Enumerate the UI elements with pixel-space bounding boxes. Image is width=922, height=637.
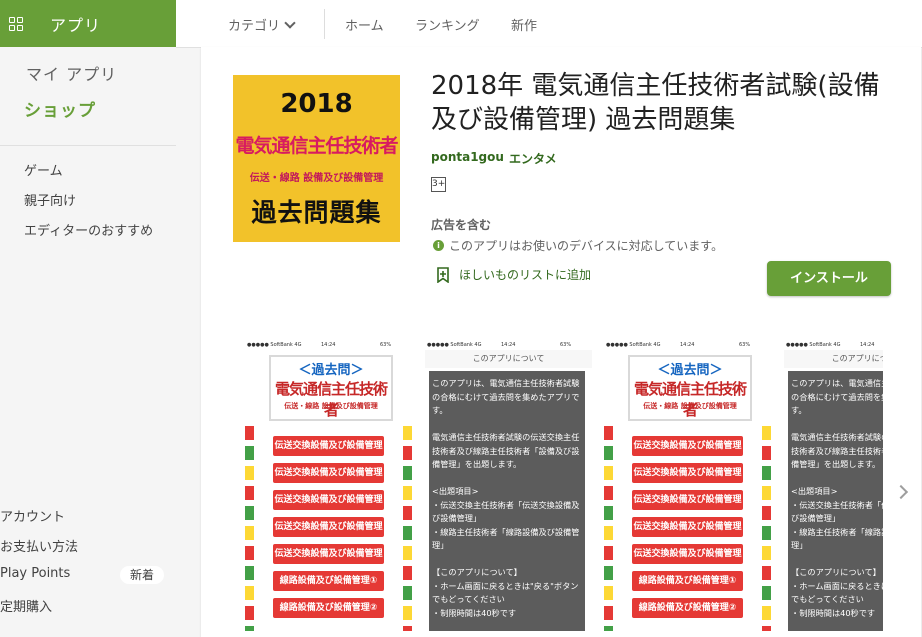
menu-button-3: 伝送交換設備及び設備管理③ xyxy=(632,490,743,525)
phone-status-bar: ●●●●● SoftBank 4G 14:24 63% xyxy=(425,341,592,350)
menu-button-6: 線路設備及び設備管理① xyxy=(632,571,743,591)
status-time: 14:24 xyxy=(501,342,516,348)
sidebar: マイ アプリ ショップ ゲーム 親子向け エディターのおすすめ アカウント お支… xyxy=(0,47,176,622)
menu-button-7: 線路設備及び設備管理② xyxy=(632,598,743,618)
nav-ranking[interactable]: ランキング xyxy=(415,15,480,34)
status-time: 14:24 xyxy=(321,342,336,348)
decorative-stripe xyxy=(604,426,613,631)
info-icon: i xyxy=(433,240,444,251)
sidebar-item-editors-choice[interactable]: エディターのおすすめ xyxy=(24,220,153,239)
screenshot-info-2[interactable]: ●●●●● SoftBank 4G 14:24 このアプリについて このアプリは、… xyxy=(784,341,883,631)
menu-button-5: 伝送交換設備及び設備管理⑤ xyxy=(273,544,384,579)
status-carrier: ●●●●● SoftBank 4G xyxy=(606,342,661,348)
menu-header: ＜過去問＞ 電気通信主任技術者 伝送・線路 設備及び設備管理 xyxy=(269,355,393,421)
menu-header-main: 電気通信主任技術者 xyxy=(633,380,747,419)
decorative-stripe xyxy=(762,426,771,631)
menu-header-top: ＜過去問＞ xyxy=(298,363,364,378)
sidebar-item-games[interactable]: ゲーム xyxy=(24,160,63,179)
status-carrier: ●●●●● SoftBank 4G xyxy=(786,342,841,348)
screenshot-menu-2[interactable]: ●●●●● SoftBank 4G 14:24 63% ＜過去問＞ 電気通信主任技術… xyxy=(604,341,771,631)
top-nav: カテゴリ ホーム ランキング 新作 xyxy=(176,0,922,48)
wishlist-button[interactable]: ほしいものリストに追加 xyxy=(437,266,591,283)
status-carrier: ●●●●● SoftBank 4G xyxy=(427,342,482,348)
compatibility-text: このアプリはお使いのデバイスに対応しています。 xyxy=(449,239,724,253)
nav-new[interactable]: 新作 xyxy=(511,15,537,34)
sidebar-item-account[interactable]: アカウント xyxy=(0,506,65,525)
phone-status-bar: ●●●●● SoftBank 4G 14:24 xyxy=(784,341,883,350)
status-time: 14:24 xyxy=(860,342,875,348)
menu-button-3: 伝送交換設備及び設備管理③ xyxy=(273,490,384,525)
info-screen-title: このアプリについて xyxy=(784,350,883,368)
sidebar-item-family[interactable]: 親子向け xyxy=(24,190,76,209)
genre-link[interactable]: エンタメ xyxy=(509,150,557,167)
menu-button-6: 線路設備及び設備管理① xyxy=(273,571,384,591)
menu-header: ＜過去問＞ 電気通信主任技術者 伝送・線路 設備及び設備管理 xyxy=(628,355,752,421)
nav-divider xyxy=(324,9,325,39)
menu-button-4: 伝送交換設備及び設備管理④ xyxy=(273,517,384,552)
bookmark-add-icon xyxy=(437,266,449,283)
new-badge: 新着 xyxy=(120,566,164,584)
phone-status-bar: ●●●●● SoftBank 4G 14:24 63% xyxy=(604,341,771,350)
menu-button-2: 伝送交換設備及び設備管理② xyxy=(273,463,384,498)
status-time: 14:24 xyxy=(680,342,695,348)
sidebar-item-subscriptions[interactable]: 定期購入 xyxy=(0,596,52,615)
app-icon-title: 電気通信主任技術者 xyxy=(235,135,398,157)
menu-header-main: 電気通信主任技術者 xyxy=(274,380,388,419)
menu-button-4: 伝送交換設備及び設備管理④ xyxy=(632,517,743,552)
status-battery: 63% xyxy=(380,342,392,348)
status-battery: 63% xyxy=(560,342,572,348)
menu-header-sub: 伝送・線路 設備及び設備管理 xyxy=(643,402,737,410)
content-rating-badge: 3+ xyxy=(431,177,446,192)
menu-header-sub: 伝送・線路 設備及び設備管理 xyxy=(284,402,378,410)
nav-home[interactable]: ホーム xyxy=(345,15,384,34)
status-battery: 63% xyxy=(739,342,751,348)
menu-button-2: 伝送交換設備及び設備管理② xyxy=(632,463,743,498)
info-screen-title: このアプリについて xyxy=(425,350,592,368)
menu-button-1: 伝送交換設備及び設備管理① xyxy=(273,436,384,471)
menu-button-1: 伝送交換設備及び設備管理① xyxy=(632,436,743,471)
sidebar-item-play-points[interactable]: Play Points xyxy=(0,566,70,581)
contains-ads-label: 広告を含む xyxy=(431,218,492,232)
app-title: 2018年 電気通信主任技術者試験(設備及び設備管理) 過去問題集 xyxy=(431,71,880,135)
wishlist-label: ほしいものリストに追加 xyxy=(459,268,592,282)
menu-header-top: ＜過去問＞ xyxy=(657,363,723,378)
developer-link[interactable]: ponta1gou xyxy=(431,150,504,164)
phone-status-bar: ●●●●● SoftBank 4G 14:24 63% xyxy=(245,341,412,350)
app-icon-year: 2018 xyxy=(280,89,353,119)
sidebar-divider xyxy=(0,145,176,146)
categories-label: カテゴリ xyxy=(228,19,281,34)
screenshot-info-1[interactable]: ●●●●● SoftBank 4G 14:24 63% このアプリについて このアプ… xyxy=(425,341,592,631)
info-text: このアプリは、電気通信主任技術者試験の合格にむけて過去問を集めたアプリです。 電… xyxy=(791,378,883,618)
decorative-stripe xyxy=(245,426,254,631)
status-carrier: ●●●●● SoftBank 4G xyxy=(247,342,302,348)
decorative-stripe xyxy=(403,426,412,631)
apps-grid-icon xyxy=(9,16,23,31)
apps-nav-header[interactable]: アプリ xyxy=(0,0,176,47)
chevron-down-icon xyxy=(284,17,296,29)
menu-button-7: 線路設備及び設備管理② xyxy=(273,598,384,618)
info-text: このアプリは、電気通信主任技術者試験の合格にむけて過去問を集めたアプリです。 電… xyxy=(432,378,580,618)
screenshot-menu-1[interactable]: ●●●●● SoftBank 4G 14:24 63% ＜過去問＞ 電気通信主任技術… xyxy=(245,341,412,631)
sidebar-shop[interactable]: ショップ xyxy=(24,96,96,121)
sidebar-item-payment-methods[interactable]: お支払い方法 xyxy=(0,536,78,555)
install-button[interactable]: インストール xyxy=(767,261,891,296)
app-icon: 2018 電気通信主任技術者 伝送・線路 設備及び設備管理 過去問題集 xyxy=(233,75,400,242)
apps-label: アプリ xyxy=(50,15,102,35)
compatibility-notice: i このアプリはお使いのデバイスに対応しています。 xyxy=(433,237,723,254)
app-icon-subtitle: 伝送・線路 設備及び設備管理 xyxy=(249,173,384,184)
categories-dropdown[interactable]: カテゴリ xyxy=(228,15,296,34)
app-icon-collection: 過去問題集 xyxy=(251,198,382,227)
sidebar-my-apps[interactable]: マイ アプリ xyxy=(26,61,117,85)
menu-button-5: 伝送交換設備及び設備管理⑤ xyxy=(632,544,743,579)
